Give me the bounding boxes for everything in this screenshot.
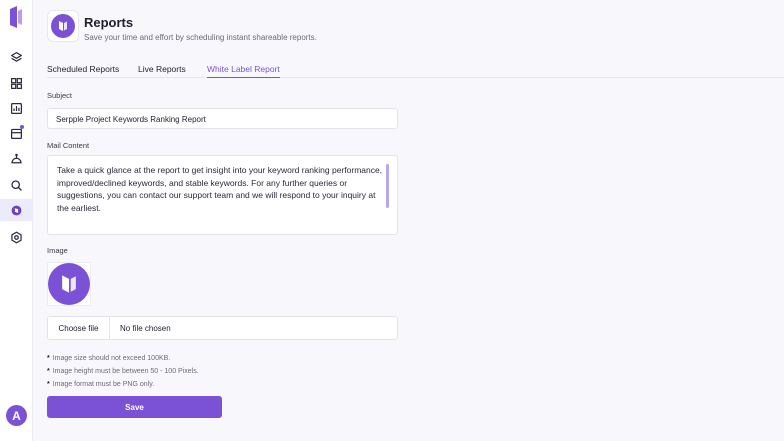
settings-icon <box>11 231 22 243</box>
image-label: Image <box>47 246 68 255</box>
user-avatar[interactable]: A <box>6 405 27 426</box>
sidebar-item-calendar[interactable] <box>0 122 33 144</box>
brand-logo-icon <box>51 14 75 38</box>
choose-file-button[interactable]: Choose file <box>48 317 110 339</box>
page-logo <box>47 10 79 42</box>
sidebar-item-search[interactable] <box>0 174 33 196</box>
image-requirements: * Image size should not exceed 100KB. * Im… <box>47 352 199 391</box>
mail-content-text: Take a quick glance at the report to get… <box>57 165 383 213</box>
requirement-item: * Image height must be between 50 - 100 P… <box>47 368 199 375</box>
brand-logo-icon <box>48 263 90 305</box>
sidebar-item-reports[interactable] <box>0 199 33 221</box>
sidebar-item-bot[interactable] <box>0 148 33 170</box>
file-upload-field: Choose file No file chosen <box>47 316 398 340</box>
grid-icon <box>11 77 22 89</box>
requirement-item: * Image format must be PNG only. <box>47 381 155 388</box>
save-button[interactable]: Save <box>47 396 222 418</box>
page-subtitle: Save your time and effort by scheduling … <box>84 33 317 42</box>
mail-content-textarea[interactable]: Take a quick glance at the report to get… <box>47 155 398 235</box>
robot-icon <box>11 153 22 163</box>
page-title: Reports <box>84 15 134 30</box>
image-preview <box>47 262 91 306</box>
requirement-item: * Image size should not exceed 100KB. <box>47 355 171 362</box>
bar-chart-icon <box>11 102 22 114</box>
brand-logo-icon[interactable] <box>9 6 23 28</box>
subject-input[interactable]: Serpple Project Keywords Ranking Report <box>47 108 398 129</box>
tab-white-label-report[interactable]: White Label Report <box>207 64 280 78</box>
file-status-text: No file chosen <box>120 323 171 333</box>
notification-dot <box>20 125 24 129</box>
textarea-scrollbar[interactable] <box>386 164 389 208</box>
layers-icon <box>11 51 22 62</box>
subject-label: Subject <box>47 91 73 100</box>
report-icon <box>11 205 22 215</box>
mail-content-label: Mail Content <box>47 141 90 150</box>
main-content: Reports Save your time and effort by sch… <box>33 0 784 441</box>
search-icon <box>11 179 22 191</box>
report-tabs: Scheduled Reports Live Reports White Lab… <box>47 61 784 78</box>
sidebar-item-grid[interactable] <box>0 72 33 94</box>
sidebar-item-layers[interactable] <box>0 46 33 68</box>
tab-live-reports[interactable]: Live Reports <box>138 64 186 78</box>
sidebar-item-analytics[interactable] <box>0 97 33 119</box>
tab-scheduled-reports[interactable]: Scheduled Reports <box>47 64 119 78</box>
sidebar: A <box>0 0 33 441</box>
sidebar-item-settings[interactable] <box>0 226 33 248</box>
